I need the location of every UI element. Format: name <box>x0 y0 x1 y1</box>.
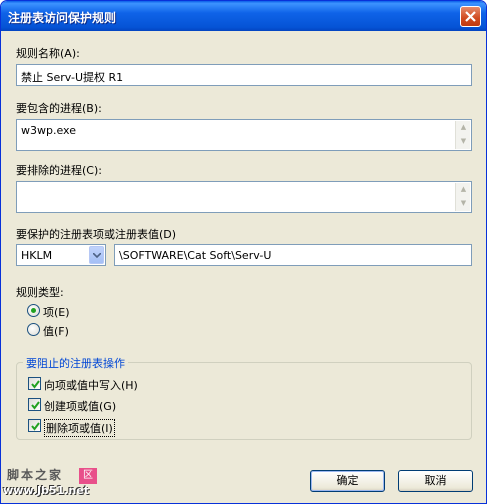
operations-group-title: 要阻止的注册表操作 <box>23 355 128 371</box>
watermark-badge: 区 <box>79 468 97 484</box>
cancel-button[interactable]: 取消 <box>398 470 473 492</box>
watermark-logo: 脚本之家 区 www.Jb51.net <box>3 466 99 502</box>
watermark-text: 脚本之家 <box>7 468 64 482</box>
rule-type-label: 规则类型: <box>16 286 64 299</box>
scroll-down-icon[interactable]: ▼ <box>456 135 471 149</box>
ok-button[interactable]: 确定 <box>310 470 385 492</box>
rule-name-input[interactable]: 禁止 Serv-U提权 R1 <box>16 64 472 86</box>
include-process-textarea[interactable]: w3wp.exe ▲ ▼ <box>16 119 472 151</box>
title-bar[interactable]: 注册表访问保护规则 <box>1 1 486 31</box>
exclude-process-scrollbar[interactable]: ▲ ▼ <box>455 183 470 211</box>
radio-button[interactable] <box>27 304 40 317</box>
include-process-value: w3wp.exe <box>21 124 76 137</box>
scroll-up-icon[interactable]: ▲ <box>456 183 471 197</box>
exclude-process-label: 要排除的进程(C): <box>16 164 102 177</box>
rule-name-value: 禁止 Serv-U提权 R1 <box>21 71 124 84</box>
dropdown-button[interactable] <box>89 246 104 264</box>
checkmark-icon <box>31 422 40 431</box>
checkbox[interactable] <box>28 377 41 390</box>
checkbox[interactable] <box>28 419 41 432</box>
dialog-window: 注册表访问保护规则 规则名称(A): 禁止 Serv-U提权 R1 要包含的进程… <box>0 0 487 504</box>
scroll-up-icon[interactable]: ▲ <box>456 121 471 135</box>
check-delete-label: 删除项或值(I) <box>44 419 115 437</box>
exclude-process-textarea[interactable]: ▲ ▼ <box>16 181 472 213</box>
close-button[interactable] <box>460 6 481 27</box>
scroll-down-icon[interactable]: ▼ <box>456 197 471 211</box>
check-write-label: 向项或值中写入(H) <box>44 379 138 392</box>
registry-path-value: \SOFTWARE\Cat Soft\Serv-U <box>119 249 272 262</box>
registry-label: 要保护的注册表项或注册表值(D) <box>16 228 177 241</box>
registry-hive-select[interactable]: HKLM <box>16 244 106 266</box>
chevron-down-icon <box>93 253 101 258</box>
radio-value-label: 值(F) <box>43 325 69 338</box>
radio-key-label: 项(E) <box>43 306 70 319</box>
include-process-scrollbar[interactable]: ▲ ▼ <box>455 121 470 149</box>
window-title: 注册表访问保护规则 <box>8 11 117 25</box>
registry-hive-value: HKLM <box>21 249 53 262</box>
watermark-url: www.Jb51.net <box>3 484 89 497</box>
radio-button[interactable] <box>27 323 40 336</box>
rule-name-label: 规则名称(A): <box>16 47 80 60</box>
registry-path-input[interactable]: \SOFTWARE\Cat Soft\Serv-U <box>114 244 472 266</box>
include-process-label: 要包含的进程(B): <box>16 102 102 115</box>
checkbox[interactable] <box>28 398 41 411</box>
check-create-label: 创建项或值(G) <box>44 400 117 413</box>
checkmark-icon <box>31 401 40 410</box>
checkmark-icon <box>31 380 40 389</box>
close-icon <box>465 11 476 22</box>
